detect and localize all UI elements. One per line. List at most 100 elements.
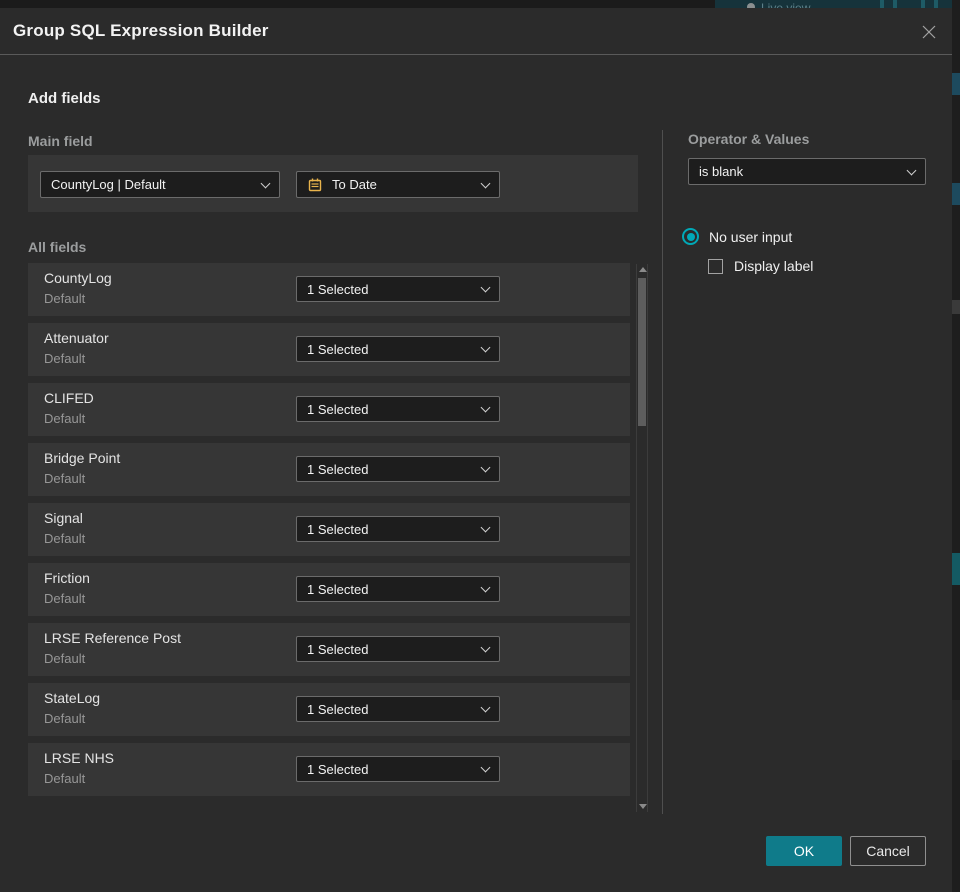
field-name: LRSE NHS	[44, 750, 115, 766]
field-row: Bridge Point Default 1 Selected	[28, 443, 630, 496]
chevron-down-icon	[480, 762, 491, 773]
no-user-input-label: No user input	[709, 228, 793, 245]
calendar-icon	[308, 178, 322, 191]
cancel-button[interactable]: Cancel	[850, 836, 926, 866]
operator-values-heading: Operator & Values	[688, 131, 810, 147]
background-panel-item	[952, 700, 960, 760]
no-user-input-radio[interactable]: No user input	[682, 228, 792, 245]
chevron-down-icon	[480, 402, 491, 413]
field-sublabel: Default	[44, 771, 86, 786]
row-selected-value: 1 Selected	[307, 521, 369, 537]
background-panel-item	[952, 183, 960, 205]
close-button[interactable]	[916, 19, 942, 45]
ok-button[interactable]: OK	[766, 836, 842, 866]
row-selected-value: 1 Selected	[307, 281, 369, 297]
group-sql-expression-builder-dialog: Group SQL Expression Builder Add fields …	[0, 8, 952, 892]
row-selected-dropdown[interactable]: 1 Selected	[296, 516, 500, 542]
field-name: StateLog	[44, 690, 101, 706]
chevron-down-icon	[480, 282, 491, 293]
background-panel-item	[952, 553, 960, 585]
chevron-down-icon	[480, 462, 491, 473]
radio-selected-icon	[682, 228, 699, 245]
row-selected-dropdown[interactable]: 1 Selected	[296, 576, 500, 602]
chevron-down-icon	[480, 178, 491, 188]
main-field-type-value: To Date	[332, 177, 377, 192]
background-panel-item	[952, 73, 960, 95]
display-label-label: Display label	[734, 258, 814, 274]
main-field-container: CountyLog | Default To Date	[28, 155, 638, 212]
field-row: Attenuator Default 1 Selected	[28, 323, 630, 376]
field-sublabel: Default	[44, 411, 86, 426]
row-selected-dropdown[interactable]: 1 Selected	[296, 336, 500, 362]
panel-divider	[662, 130, 663, 814]
field-sublabel: Default	[44, 591, 86, 606]
dialog-titlebar: Group SQL Expression Builder	[0, 8, 952, 55]
field-sublabel: Default	[44, 351, 86, 366]
chevron-down-icon	[480, 642, 491, 653]
field-sublabel: Default	[44, 651, 86, 666]
row-selected-dropdown[interactable]: 1 Selected	[296, 456, 500, 482]
row-selected-value: 1 Selected	[307, 641, 369, 657]
field-sublabel: Default	[44, 291, 86, 306]
background-panel-item	[952, 300, 960, 314]
row-selected-value: 1 Selected	[307, 761, 369, 777]
field-row: StateLog Default 1 Selected	[28, 683, 630, 736]
field-row: Friction Default 1 Selected	[28, 563, 630, 616]
list-scrollbar[interactable]	[636, 264, 648, 812]
chevron-down-icon	[480, 342, 491, 353]
toolbar-fragment	[921, 0, 925, 8]
checkbox-unchecked-icon	[708, 258, 723, 274]
toolbar-fragment	[880, 0, 884, 8]
add-fields-heading: Add fields	[28, 90, 101, 107]
operator-select[interactable]: is blank	[688, 158, 926, 185]
field-row: LRSE Reference Post Default 1 Selected	[28, 623, 630, 676]
toolbar-fragment	[934, 0, 938, 8]
background-live-view: Live view	[715, 0, 952, 8]
field-sublabel: Default	[44, 471, 86, 486]
row-selected-dropdown[interactable]: 1 Selected	[296, 276, 500, 302]
chevron-down-icon	[260, 178, 271, 188]
field-row: CLIFED Default 1 Selected	[28, 383, 630, 436]
close-icon	[922, 25, 936, 39]
chevron-down-icon	[480, 582, 491, 593]
row-selected-value: 1 Selected	[307, 701, 369, 717]
all-fields-list: CountyLog Default 1 Selected Attenuator …	[28, 263, 630, 805]
field-name: Bridge Point	[44, 450, 121, 466]
field-row: CountyLog Default 1 Selected	[28, 263, 630, 316]
display-label-checkbox[interactable]: Display label	[708, 258, 813, 274]
field-name: Signal	[44, 510, 83, 526]
scrollbar-thumb[interactable]	[638, 278, 646, 426]
field-row: LRSE NHS Default 1 Selected	[28, 743, 630, 796]
background-app-right-edge	[952, 0, 960, 892]
scroll-up-icon[interactable]	[639, 267, 647, 272]
row-selected-dropdown[interactable]: 1 Selected	[296, 636, 500, 662]
field-name: LRSE Reference Post	[44, 630, 181, 646]
main-field-select[interactable]: CountyLog | Default	[40, 171, 280, 198]
row-selected-value: 1 Selected	[307, 581, 369, 597]
main-field-label: Main field	[28, 133, 93, 149]
main-field-type-select[interactable]: To Date	[296, 171, 500, 198]
row-selected-value: 1 Selected	[307, 461, 369, 477]
live-view-label: Live view	[761, 1, 811, 8]
all-fields-label: All fields	[28, 239, 87, 255]
field-row: Signal Default 1 Selected	[28, 503, 630, 556]
chevron-down-icon	[480, 702, 491, 713]
operator-select-value: is blank	[699, 164, 744, 179]
field-name: CLIFED	[44, 390, 94, 406]
row-selected-dropdown[interactable]: 1 Selected	[296, 756, 500, 782]
field-sublabel: Default	[44, 531, 86, 546]
field-name: Friction	[44, 570, 90, 586]
main-field-select-value: CountyLog | Default	[51, 177, 166, 192]
toolbar-fragment	[893, 0, 897, 8]
row-selected-dropdown[interactable]: 1 Selected	[296, 396, 500, 422]
scroll-down-icon[interactable]	[639, 804, 647, 809]
background-app-top: Live view	[0, 0, 960, 8]
field-name: CountyLog	[44, 270, 112, 286]
field-name: Attenuator	[44, 330, 109, 346]
field-sublabel: Default	[44, 711, 86, 726]
row-selected-value: 1 Selected	[307, 401, 369, 417]
dialog-title: Group SQL Expression Builder	[13, 21, 269, 40]
row-selected-dropdown[interactable]: 1 Selected	[296, 696, 500, 722]
row-selected-value: 1 Selected	[307, 341, 369, 357]
chevron-down-icon	[906, 165, 917, 175]
